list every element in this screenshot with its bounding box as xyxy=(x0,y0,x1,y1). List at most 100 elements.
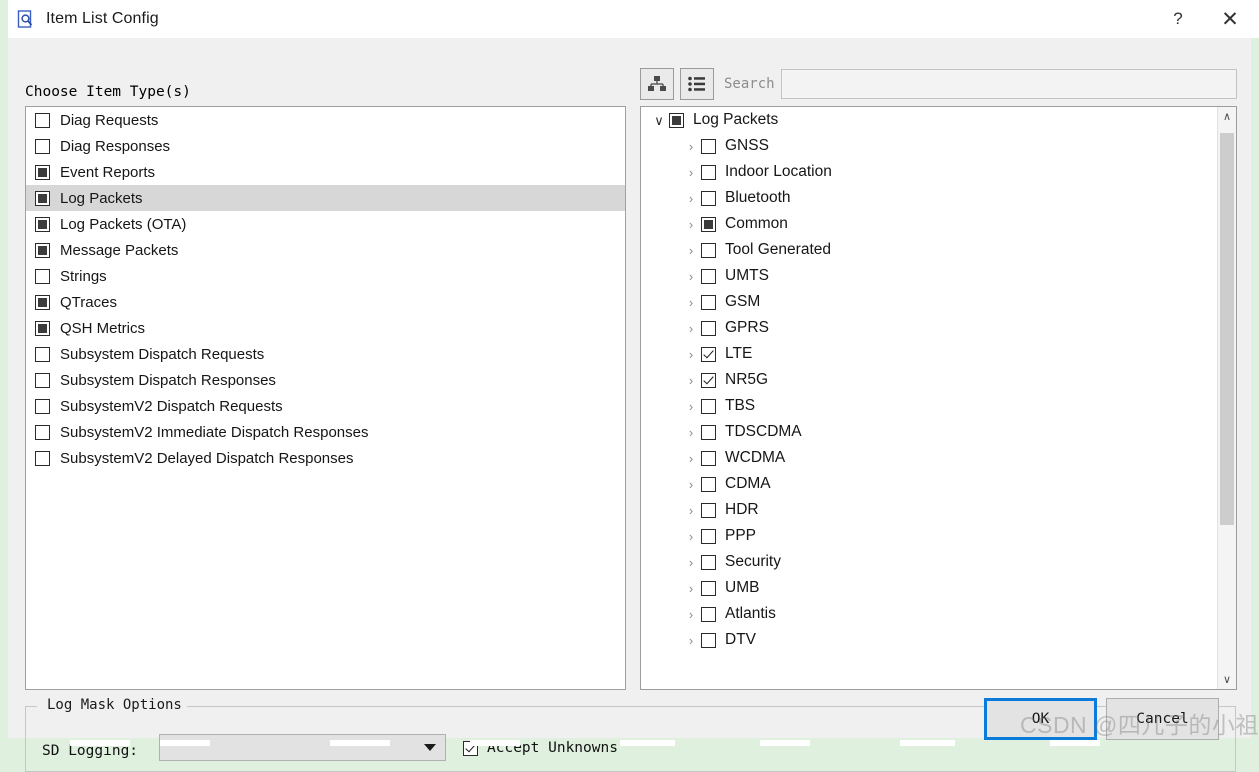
item-type-row[interactable]: QSH Metrics xyxy=(26,315,625,341)
chevron-right-icon[interactable]: › xyxy=(681,582,701,595)
item-type-row[interactable]: SubsystemV2 Delayed Dispatch Responses xyxy=(26,445,625,471)
tree-row[interactable]: › Tool Generated xyxy=(641,237,1218,263)
tree-checkbox[interactable] xyxy=(701,346,716,362)
chevron-right-icon[interactable]: › xyxy=(681,270,701,283)
log-packet-tree[interactable]: ∨ Log Packets › GNSS › Indoor Location › Blueto… xyxy=(640,106,1237,690)
item-type-checkbox[interactable] xyxy=(35,242,50,258)
item-type-checkbox[interactable] xyxy=(35,164,50,180)
chevron-right-icon[interactable]: › xyxy=(681,608,701,621)
tree-checkbox[interactable] xyxy=(701,632,716,648)
scroll-down-button[interactable]: ∨ xyxy=(1218,670,1236,689)
chevron-right-icon[interactable]: › xyxy=(681,348,701,361)
cancel-button[interactable]: Cancel xyxy=(1106,698,1219,740)
item-type-row[interactable]: Diag Requests xyxy=(26,107,625,133)
help-button[interactable]: ? xyxy=(1155,0,1201,38)
chevron-right-icon[interactable]: › xyxy=(681,140,701,153)
tree-checkbox[interactable] xyxy=(701,554,716,570)
item-type-checkbox[interactable] xyxy=(35,268,50,284)
tree-checkbox[interactable] xyxy=(701,294,716,310)
tree-row[interactable]: › UMTS xyxy=(641,263,1218,289)
tree-scrollbar[interactable]: ∧ ∨ xyxy=(1217,107,1236,689)
tree-row[interactable]: › Security xyxy=(641,549,1218,575)
chevron-right-icon[interactable]: › xyxy=(681,530,701,543)
chevron-right-icon[interactable]: › xyxy=(681,504,701,517)
tree-checkbox[interactable] xyxy=(701,190,716,206)
item-type-row[interactable]: Log Packets xyxy=(26,185,625,211)
chevron-down-icon[interactable]: ∨ xyxy=(649,114,669,127)
tree-checkbox[interactable] xyxy=(701,242,716,258)
item-type-checkbox[interactable] xyxy=(35,138,50,154)
accept-unknowns-box[interactable] xyxy=(463,740,478,756)
tree-row[interactable]: › PPP xyxy=(641,523,1218,549)
chevron-right-icon[interactable]: › xyxy=(681,452,701,465)
item-type-checkbox[interactable] xyxy=(35,398,50,414)
tree-checkbox[interactable] xyxy=(701,606,716,622)
tree-checkbox[interactable] xyxy=(701,580,716,596)
tree-row[interactable]: › Common xyxy=(641,211,1218,237)
tree-row[interactable]: › TBS xyxy=(641,393,1218,419)
chevron-right-icon[interactable]: › xyxy=(681,166,701,179)
chevron-right-icon[interactable]: › xyxy=(681,296,701,309)
tree-row[interactable]: › Indoor Location xyxy=(641,159,1218,185)
item-type-row[interactable]: QTraces xyxy=(26,289,625,315)
item-type-checkbox[interactable] xyxy=(35,190,50,206)
search-input[interactable] xyxy=(780,69,1237,99)
close-button[interactable]: ✕ xyxy=(1201,0,1259,38)
list-icon[interactable] xyxy=(680,68,714,100)
tree-row[interactable]: ∨ Log Packets xyxy=(641,107,1218,133)
item-type-row[interactable]: Message Packets xyxy=(26,237,625,263)
ok-button[interactable]: OK xyxy=(984,698,1097,740)
tree-row[interactable]: › Atlantis xyxy=(641,601,1218,627)
tree-checkbox[interactable] xyxy=(701,268,716,284)
sd-logging-select[interactable] xyxy=(159,734,446,761)
item-type-row[interactable]: Log Packets (OTA) xyxy=(26,211,625,237)
item-type-row[interactable]: Subsystem Dispatch Responses xyxy=(26,367,625,393)
tree-row[interactable]: › GSM xyxy=(641,289,1218,315)
tree-row[interactable]: › GPRS xyxy=(641,315,1218,341)
tree-checkbox[interactable] xyxy=(701,320,716,336)
tree-checkbox[interactable] xyxy=(669,112,684,128)
chevron-right-icon[interactable]: › xyxy=(681,244,701,257)
tree-row[interactable]: › WCDMA xyxy=(641,445,1218,471)
chevron-right-icon[interactable]: › xyxy=(681,426,701,439)
item-type-checkbox[interactable] xyxy=(35,372,50,388)
chevron-right-icon[interactable]: › xyxy=(681,400,701,413)
item-type-row[interactable]: Strings xyxy=(26,263,625,289)
item-type-row[interactable]: SubsystemV2 Immediate Dispatch Responses xyxy=(26,419,625,445)
tree-checkbox[interactable] xyxy=(701,502,716,518)
chevron-right-icon[interactable]: › xyxy=(681,478,701,491)
chevron-right-icon[interactable]: › xyxy=(681,556,701,569)
item-type-row[interactable]: Diag Responses xyxy=(26,133,625,159)
item-type-list[interactable]: Diag Requests Diag Responses Event Reports… xyxy=(25,106,626,690)
tree-row[interactable]: › NR5G xyxy=(641,367,1218,393)
tree-row[interactable]: › CDMA xyxy=(641,471,1218,497)
tree-checkbox[interactable] xyxy=(701,450,716,466)
tree-row[interactable]: › Bluetooth xyxy=(641,185,1218,211)
tree-checkbox[interactable] xyxy=(701,476,716,492)
tree-checkbox[interactable] xyxy=(701,216,716,232)
item-type-row[interactable]: Subsystem Dispatch Requests xyxy=(26,341,625,367)
accept-unknowns-checkbox[interactable]: Accept Unknowns xyxy=(463,740,618,756)
tree-checkbox[interactable] xyxy=(701,528,716,544)
item-type-checkbox[interactable] xyxy=(35,320,50,336)
chevron-right-icon[interactable]: › xyxy=(681,322,701,335)
tree-row[interactable]: › DTV xyxy=(641,627,1218,653)
chevron-right-icon[interactable]: › xyxy=(681,634,701,647)
item-type-checkbox[interactable] xyxy=(35,424,50,440)
tree-row[interactable]: › UMB xyxy=(641,575,1218,601)
tree-row[interactable]: › TDSCDMA xyxy=(641,419,1218,445)
tree-checkbox[interactable] xyxy=(701,372,716,388)
item-type-checkbox[interactable] xyxy=(35,294,50,310)
item-type-row[interactable]: SubsystemV2 Dispatch Requests xyxy=(26,393,625,419)
item-type-checkbox[interactable] xyxy=(35,450,50,466)
chevron-right-icon[interactable]: › xyxy=(681,192,701,205)
tree-checkbox[interactable] xyxy=(701,164,716,180)
tree-row[interactable]: › GNSS xyxy=(641,133,1218,159)
chevron-right-icon[interactable]: › xyxy=(681,218,701,231)
hierarchy-icon[interactable] xyxy=(640,68,674,100)
tree-row[interactable]: › LTE xyxy=(641,341,1218,367)
tree-checkbox[interactable] xyxy=(701,398,716,414)
tree-checkbox[interactable] xyxy=(701,424,716,440)
item-type-checkbox[interactable] xyxy=(35,216,50,232)
item-type-row[interactable]: Event Reports xyxy=(26,159,625,185)
